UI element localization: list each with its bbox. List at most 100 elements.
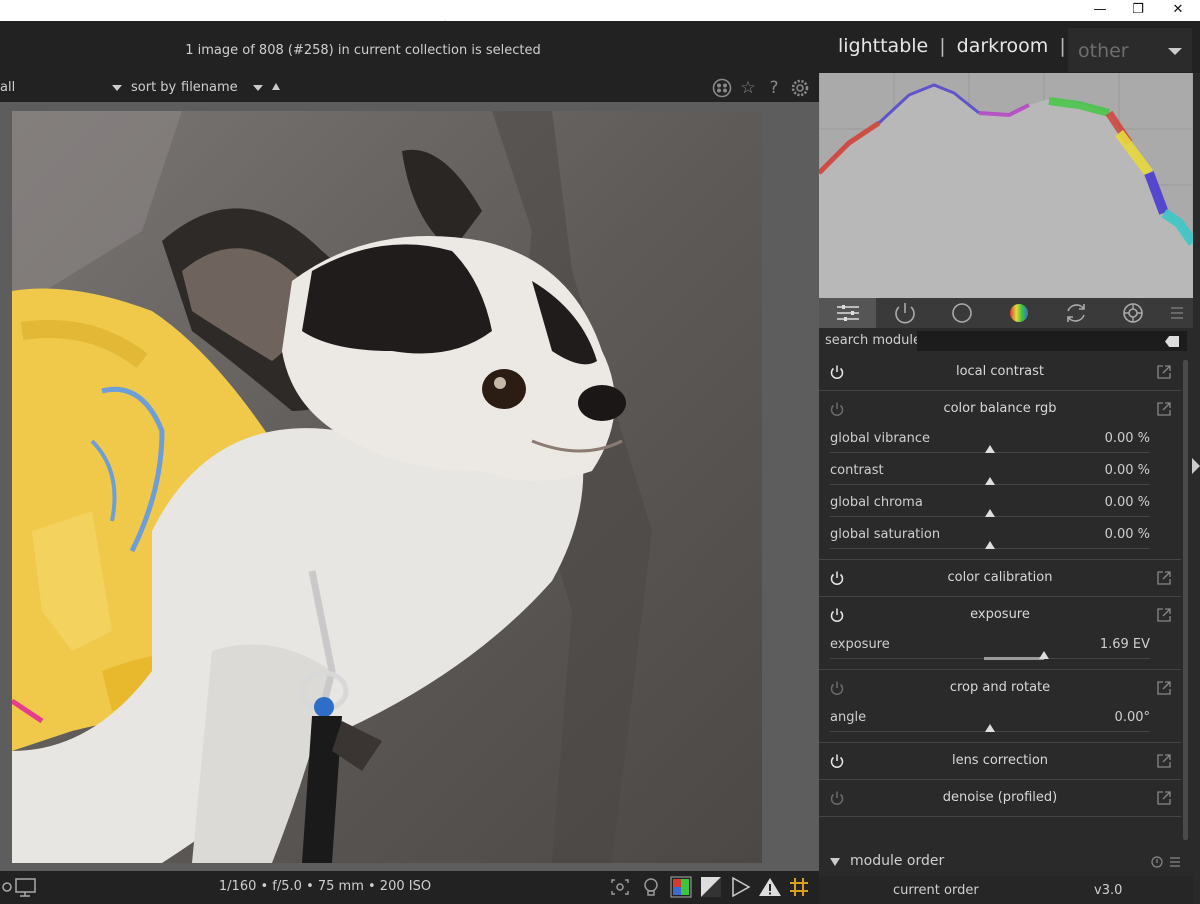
tabs-menu-icon[interactable] <box>1161 298 1193 328</box>
slider-marker-icon[interactable] <box>985 724 995 732</box>
module-header[interactable]: color balance rgb <box>819 391 1181 427</box>
multi-instance-icon[interactable] <box>1157 570 1171 585</box>
slider-global-vibrance[interactable]: global vibrance 0.00 % <box>819 427 1181 459</box>
module-name: denoise (profiled) <box>942 790 1058 805</box>
multi-instance-icon[interactable] <box>1157 607 1171 622</box>
module-order-header[interactable]: module order <box>819 848 1193 876</box>
slider-label: global vibrance <box>830 431 931 446</box>
color-modules-icon[interactable] <box>990 298 1047 328</box>
module-list-scrollbar[interactable] <box>1183 360 1188 840</box>
slider-contrast[interactable]: contrast 0.00 % <box>819 459 1181 491</box>
bulb-icon[interactable] <box>640 876 662 898</box>
minimize-icon[interactable]: — <box>1080 0 1120 21</box>
module-header[interactable]: local contrast <box>819 354 1181 390</box>
color-assessment-icon[interactable] <box>670 876 692 898</box>
module-color-calibration[interactable]: color calibration <box>819 560 1181 597</box>
quick-access-icon[interactable] <box>819 298 876 328</box>
restore-icon[interactable]: ❐ <box>1118 0 1158 21</box>
search-module-row: search module <box>819 330 1193 352</box>
multi-instance-icon[interactable] <box>1157 790 1171 805</box>
right-panel: search module local contrast color balanc… <box>819 73 1200 904</box>
slider-marker-icon[interactable] <box>985 509 995 517</box>
slider-marker-icon[interactable] <box>985 477 995 485</box>
module-header[interactable]: crop and rotate <box>819 670 1181 706</box>
bottom-bar: 1/160 • f/5.0 • 75 mm • 200 ISO <box>0 871 819 904</box>
search-module-label: search module <box>825 333 922 348</box>
slider-angle[interactable]: angle 0.00° <box>819 706 1181 738</box>
slider-global-chroma[interactable]: global chroma 0.00 % <box>819 491 1181 523</box>
module-crop-and-rotate[interactable]: crop and rotate angle 0.00° <box>819 670 1181 743</box>
module-local-contrast[interactable]: local contrast <box>819 354 1181 391</box>
current-order-value: v3.0 <box>1094 883 1123 898</box>
slider-global-saturation[interactable]: global saturation 0.00 % <box>819 523 1181 555</box>
exif-info: 1/160 • f/5.0 • 75 mm • 200 ISO <box>218 879 432 894</box>
collapse-right-panel-icon[interactable] <box>1192 458 1200 474</box>
sort-by-label: sort by <box>131 80 177 95</box>
help-icon[interactable]: ? <box>764 78 784 98</box>
slider-value: 0.00 % <box>1104 495 1150 510</box>
effect-modules-icon[interactable] <box>1104 298 1161 328</box>
softproof-icon[interactable] <box>700 876 722 898</box>
slider-exposure[interactable]: exposure 1.69 EV <box>819 633 1181 665</box>
module-name: exposure <box>970 607 1030 622</box>
chevron-down-icon <box>1168 48 1182 55</box>
module-denoise-profiled[interactable]: denoise (profiled) <box>819 780 1181 817</box>
view-other-label: other <box>1078 40 1129 62</box>
filter-dropdown-icon[interactable] <box>112 85 122 91</box>
slider-marker-icon[interactable] <box>985 541 995 549</box>
close-icon[interactable]: ✕ <box>1158 0 1198 21</box>
slider-label: angle <box>830 710 867 725</box>
module-color-balance-rgb[interactable]: color balance rgb global vibrance 0.00 % co… <box>819 391 1181 560</box>
slider-label: exposure <box>830 637 890 652</box>
slider-fill <box>983 657 1045 660</box>
search-module-input[interactable] <box>917 331 1187 351</box>
module-name: color balance rgb <box>943 401 1057 416</box>
sort-order-icon[interactable] <box>272 83 280 90</box>
slider-value: 1.69 EV <box>1099 637 1150 652</box>
sort-dropdown-icon[interactable] <box>253 85 263 91</box>
image-canvas[interactable] <box>0 102 819 871</box>
view-darkroom[interactable]: darkroom <box>957 35 1049 57</box>
slider-value: 0.00 % <box>1104 463 1150 478</box>
reset-icon[interactable] <box>1151 856 1163 868</box>
correct-modules-icon[interactable] <box>1047 298 1104 328</box>
module-header[interactable]: denoise (profiled) <box>819 780 1181 816</box>
slider-marker-icon[interactable] <box>1039 651 1050 659</box>
module-name: lens correction <box>951 753 1049 768</box>
base-modules-icon[interactable] <box>933 298 990 328</box>
module-header[interactable]: exposure <box>819 597 1181 633</box>
preferences-icon[interactable] <box>790 78 810 98</box>
view-separator: | <box>1059 35 1066 57</box>
module-exposure[interactable]: exposure exposure 1.69 EV <box>819 597 1181 670</box>
star-icon[interactable]: ☆ <box>738 78 758 98</box>
slider-value: 0.00° <box>1114 710 1150 725</box>
module-header[interactable]: lens correction <box>819 743 1181 779</box>
window-titlebar: — ❐ ✕ <box>0 0 1200 21</box>
chevron-down-icon <box>830 858 840 866</box>
active-modules-icon[interactable] <box>876 298 933 328</box>
guides-icon[interactable] <box>788 876 810 898</box>
warning-icon[interactable] <box>758 876 782 898</box>
module-name: color calibration <box>947 570 1053 585</box>
focus-peaking-icon[interactable] <box>608 876 632 898</box>
current-order-row: current order v3.0 <box>819 876 1193 904</box>
selection-status-text: 1 image of 808 (#258) in current collect… <box>185 43 541 58</box>
filter-select[interactable]: all <box>0 80 15 95</box>
presets-menu-icon[interactable] <box>1169 856 1181 868</box>
view-other-dropdown[interactable]: other <box>1068 28 1192 72</box>
multi-instance-icon[interactable] <box>1157 753 1171 768</box>
view-lighttable[interactable]: lighttable <box>838 35 928 57</box>
darktable-window: — ❐ ✕ 1 image of 808 (#258) in current c… <box>0 0 1200 904</box>
color-labels-icon[interactable] <box>712 78 732 98</box>
module-lens-correction[interactable]: lens correction <box>819 743 1181 780</box>
histogram[interactable] <box>819 73 1193 298</box>
module-header[interactable]: color calibration <box>819 560 1181 596</box>
gamut-check-icon[interactable] <box>730 876 752 898</box>
slider-label: contrast <box>830 463 884 478</box>
slider-marker-icon[interactable] <box>985 445 995 453</box>
module-name: crop and rotate <box>949 680 1051 695</box>
multi-instance-icon[interactable] <box>1157 401 1171 416</box>
multi-instance-icon[interactable] <box>1157 364 1171 379</box>
multi-instance-icon[interactable] <box>1157 680 1171 695</box>
sort-select[interactable]: filename <box>181 80 238 95</box>
